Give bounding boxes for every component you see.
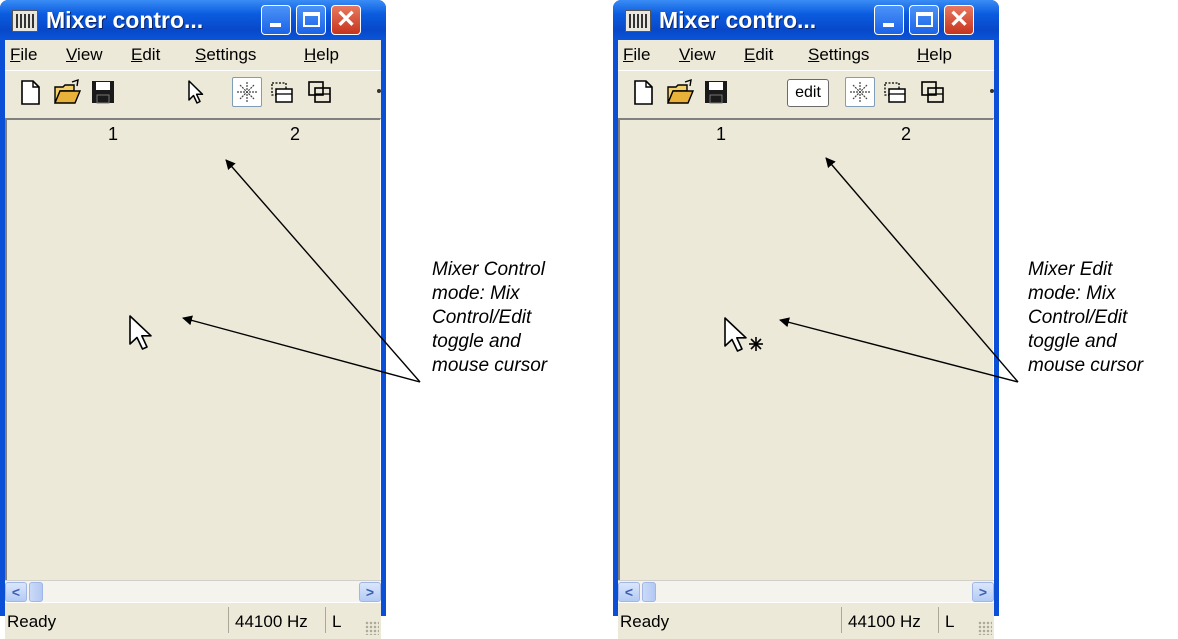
- menu-view[interactable]: View: [66, 45, 103, 65]
- save-disk-icon[interactable]: [701, 77, 731, 107]
- mode-toggle-edit-button[interactable]: edit: [787, 79, 829, 107]
- spark-view-icon[interactable]: [232, 77, 262, 107]
- resize-grip[interactable]: [978, 621, 992, 635]
- open-folder-icon[interactable]: [665, 77, 695, 107]
- arrow-cursor-icon: [129, 315, 152, 350]
- menu-file[interactable]: File: [623, 45, 650, 65]
- status-extra: L: [332, 612, 342, 631]
- frame-dotted-icon[interactable]: [267, 77, 297, 107]
- frame-overlap-icon[interactable]: [918, 77, 948, 107]
- menu-help[interactable]: Help: [304, 45, 339, 65]
- window-title: Mixer contro...: [659, 7, 817, 33]
- save-disk-icon[interactable]: [88, 77, 118, 107]
- frame-dotted-icon[interactable]: [880, 77, 910, 107]
- menu-settings[interactable]: Settings: [195, 45, 256, 65]
- arrow-star-cursor-icon: [724, 317, 763, 352]
- channel-label-1: 1: [108, 124, 119, 144]
- status-divider: [841, 607, 842, 633]
- horizontal-scrollbar[interactable]: < >: [618, 580, 994, 603]
- scroll-right-button[interactable]: >: [972, 582, 994, 602]
- close-button[interactable]: ✕: [331, 5, 361, 35]
- scroll-thumb[interactable]: [642, 582, 656, 602]
- mixer-area[interactable]: 1 2: [5, 118, 381, 582]
- status-bar: Ready 44100 Hz L: [5, 602, 381, 639]
- caption-line: Control/Edit: [1028, 307, 1128, 328]
- caption-line: toggle and: [432, 331, 521, 352]
- toolbar: [5, 70, 381, 115]
- caption-mixer-control: Mixer Control mode: Mix Control/Edit tog…: [432, 258, 602, 378]
- scroll-thumb[interactable]: [29, 582, 43, 602]
- status-divider: [325, 607, 326, 633]
- toolbar: edit: [618, 70, 994, 115]
- status-sample-rate: 44100 Hz: [848, 612, 921, 631]
- app-mixer-icon[interactable]: [625, 10, 651, 32]
- channel-label-1: 1: [716, 124, 727, 144]
- caption-line: mode: Mix: [1028, 283, 1116, 304]
- status-divider: [938, 607, 939, 633]
- menu-help[interactable]: Help: [917, 45, 952, 65]
- caption-line: Mixer Edit: [1028, 259, 1113, 280]
- menu-settings[interactable]: Settings: [808, 45, 869, 65]
- maximize-button[interactable]: [909, 5, 939, 35]
- app-mixer-icon[interactable]: [12, 10, 38, 32]
- open-folder-icon[interactable]: [52, 77, 82, 107]
- menu-view[interactable]: View: [679, 45, 716, 65]
- frame-overlap-icon[interactable]: [305, 77, 335, 107]
- menu-file[interactable]: File: [10, 45, 37, 65]
- spark-view-icon[interactable]: [845, 77, 875, 107]
- mixer-control-window: Mixer contro... ✕ File View Edit Setting…: [0, 0, 386, 639]
- caption-line: toggle and: [1028, 331, 1117, 352]
- caption-line: mouse cursor: [1028, 355, 1144, 376]
- status-ready: Ready: [7, 612, 57, 631]
- menu-edit[interactable]: Edit: [744, 45, 773, 65]
- status-sample-rate: 44100 Hz: [235, 612, 308, 631]
- minimize-button[interactable]: [874, 5, 904, 35]
- maximize-button[interactable]: [296, 5, 326, 35]
- scroll-left-button[interactable]: <: [618, 582, 640, 602]
- status-bar: Ready 44100 Hz L: [618, 602, 994, 639]
- menu-bar: File View Edit Settings Help: [5, 40, 381, 70]
- window-client: File View Edit Settings Help 1 2 < > Rea…: [5, 40, 381, 639]
- channel-label-2: 2: [901, 124, 912, 144]
- window-client: File View Edit Settings Help edit 1 2 < …: [618, 40, 994, 639]
- close-button[interactable]: ✕: [944, 5, 974, 35]
- mixer-edit-window: Mixer contro... ✕ File View Edit Setting…: [613, 0, 999, 639]
- toolbar-overflow-dot: [377, 89, 381, 93]
- scroll-right-button[interactable]: >: [359, 582, 381, 602]
- menu-bar: File View Edit Settings Help: [618, 40, 994, 70]
- title-bar[interactable]: Mixer contro... ✕: [0, 0, 386, 40]
- minimize-button[interactable]: [261, 5, 291, 35]
- horizontal-scrollbar[interactable]: < >: [5, 580, 381, 603]
- mixer-area[interactable]: 1 2: [618, 118, 994, 582]
- caption-mixer-edit: Mixer Edit mode: Mix Control/Edit toggle…: [1028, 258, 1178, 378]
- resize-grip[interactable]: [365, 621, 379, 635]
- status-ready: Ready: [620, 612, 670, 631]
- title-bar[interactable]: Mixer contro... ✕: [613, 0, 999, 40]
- caption-line: Control/Edit: [432, 307, 532, 328]
- toolbar-overflow-dot: [990, 89, 994, 93]
- caption-line: mouse cursor: [432, 355, 548, 376]
- channel-label-2: 2: [290, 124, 301, 144]
- window-title: Mixer contro...: [46, 7, 204, 33]
- status-extra: L: [945, 612, 955, 631]
- menu-edit[interactable]: Edit: [131, 45, 160, 65]
- new-file-icon[interactable]: [628, 77, 658, 107]
- scroll-left-button[interactable]: <: [5, 582, 27, 602]
- mode-toggle-pointer-icon[interactable]: [181, 77, 211, 107]
- new-file-icon[interactable]: [15, 77, 45, 107]
- caption-line: mode: Mix: [432, 283, 520, 304]
- caption-line: Mixer Control: [432, 259, 545, 280]
- status-divider: [228, 607, 229, 633]
